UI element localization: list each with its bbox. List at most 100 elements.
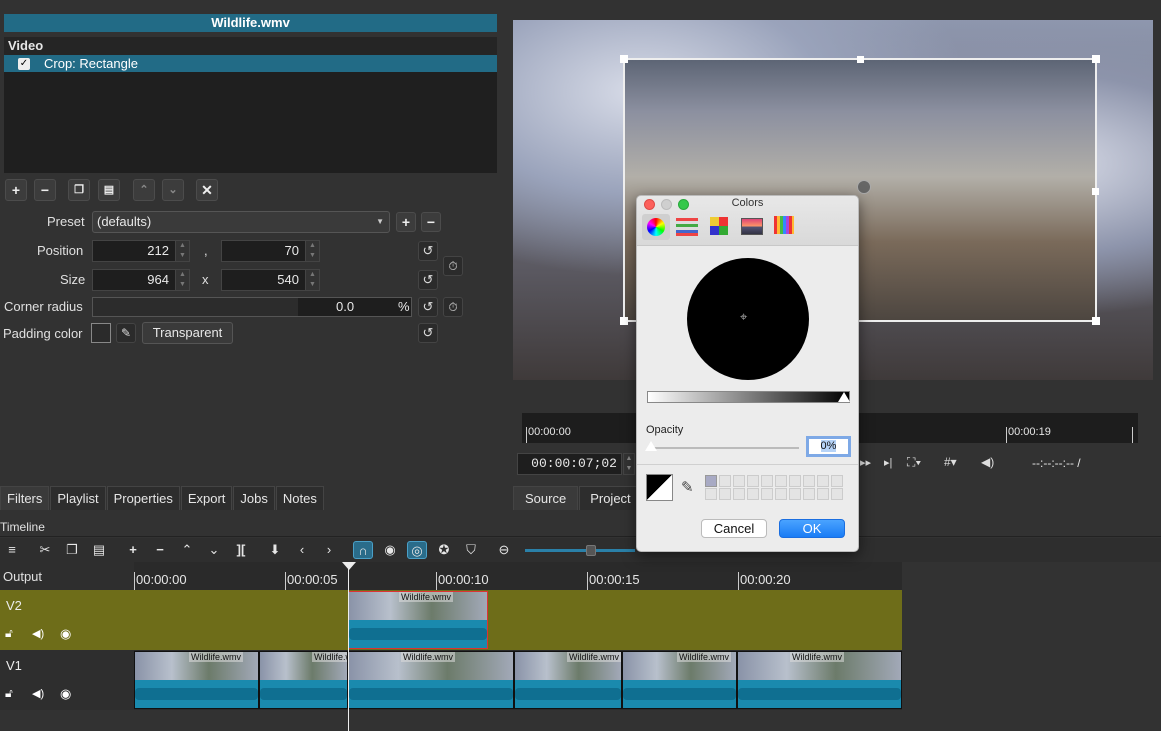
eye-icon[interactable]: ◉	[60, 686, 71, 702]
track-header-v2[interactable]: V2 🔓︎ ◀) ◉	[0, 590, 134, 650]
track-header-v1[interactable]: V1 🔓︎ ◀) ◉	[0, 650, 134, 710]
filter-item-crop[interactable]: ✓ Crop: Rectangle	[4, 55, 497, 72]
split-icon[interactable]: ][	[231, 541, 251, 559]
eye-icon[interactable]: ◉	[60, 626, 71, 642]
clip-v1-wildlife[interactable]: Wildlife.wmv	[134, 651, 259, 709]
opacity-slider-thumb[interactable]	[645, 441, 657, 451]
lift-icon[interactable]: ⌃	[177, 541, 197, 559]
previous-marker-icon[interactable]: ‹	[292, 541, 312, 559]
move-up-button[interactable]: ⌃	[133, 179, 155, 201]
crop-center-handle[interactable]	[857, 180, 871, 194]
pencils-tab-icon[interactable]	[774, 216, 794, 234]
corner-stopwatch-icon[interactable]: ⏱	[443, 297, 463, 317]
padding-color-swatch[interactable]	[91, 323, 111, 343]
lock-icon[interactable]: 🔓︎	[5, 626, 13, 641]
size-width-field[interactable]: 964 ▲ ▼	[92, 269, 190, 291]
save-preset-button[interactable]: +	[396, 212, 416, 232]
position-y-field[interactable]: 70 ▲ ▼	[221, 240, 320, 262]
clip-v2-wildlife[interactable]: Wildlife.wmv	[348, 591, 488, 649]
next-marker-icon[interactable]: ›	[319, 541, 339, 559]
mute-icon[interactable]: ◀)	[32, 687, 44, 700]
reset-padding-button[interactable]: ↺	[418, 323, 438, 343]
add-filter-button[interactable]: +	[5, 179, 27, 201]
crop-handle[interactable]	[1092, 188, 1099, 195]
swatch[interactable]	[719, 475, 731, 487]
remove-filter-button[interactable]: −	[34, 179, 56, 201]
swatch[interactable]	[733, 488, 745, 500]
color-wheel-tab[interactable]	[642, 214, 670, 240]
position-x-spinner[interactable]: ▲ ▼	[175, 241, 189, 261]
zoom-fit-icon[interactable]: ⛶▾	[907, 455, 921, 470]
swatch[interactable]	[719, 488, 731, 500]
eyedropper-icon[interactable]: ✎	[681, 478, 694, 496]
volume-icon[interactable]: ◀)	[981, 455, 994, 469]
image-palettes-tab-icon[interactable]	[741, 218, 763, 235]
corner-radius-slider[interactable]: 0.0 %	[92, 297, 412, 317]
playhead[interactable]	[348, 562, 349, 731]
tab-project[interactable]: Project	[579, 486, 642, 510]
size-height-field[interactable]: 540 ▲ ▼	[221, 269, 320, 291]
zoom-slider-handle[interactable]	[586, 545, 596, 556]
current-color-swatch[interactable]	[646, 474, 673, 501]
swatch[interactable]	[789, 488, 801, 500]
tab-jobs[interactable]: Jobs	[233, 486, 275, 510]
brightness-slider-thumb[interactable]	[838, 392, 850, 402]
crop-handle[interactable]	[620, 55, 628, 63]
move-down-button[interactable]: ⌄	[162, 179, 184, 201]
opacity-slider[interactable]	[651, 447, 799, 449]
copy-icon[interactable]: ❐	[62, 541, 82, 559]
zoom-out-icon[interactable]: ⊖	[494, 541, 514, 559]
swatch[interactable]	[803, 475, 815, 487]
overwrite-icon[interactable]: ⌄	[204, 541, 224, 559]
copy-filter-button[interactable]: ❐	[68, 179, 90, 201]
swatch[interactable]	[761, 488, 773, 500]
timecode-field[interactable]: 00:00:07;02	[517, 453, 622, 475]
saved-swatches-grid[interactable]	[705, 475, 843, 501]
color-palettes-tab-icon[interactable]	[710, 217, 728, 235]
preset-select[interactable]: (defaults) ▼	[92, 211, 390, 233]
swatch[interactable]	[803, 488, 815, 500]
reset-position-button[interactable]: ↺	[418, 241, 438, 261]
ripple-markers-icon[interactable]: ⛉	[461, 541, 481, 559]
clip-v1-wildlife[interactable]: Wildlife.wmv	[348, 651, 514, 709]
ripple-delete-icon[interactable]: −	[150, 541, 170, 559]
snap-icon[interactable]: ∩	[353, 541, 373, 559]
scrub-icon[interactable]: ◉	[380, 541, 400, 559]
timeline-menu-icon[interactable]: ≡	[2, 541, 22, 559]
swatch[interactable]	[747, 475, 759, 487]
play-forward-icon[interactable]: ▸▸	[860, 456, 871, 469]
swatch[interactable]	[775, 475, 787, 487]
ripple-icon[interactable]: ◎	[407, 541, 427, 559]
marker-icon[interactable]: ⬇	[265, 541, 285, 559]
grid-icon[interactable]: #▾	[944, 455, 957, 469]
reset-corner-button[interactable]: ↺	[418, 297, 438, 317]
crop-handle[interactable]	[620, 317, 628, 325]
eyedropper-icon[interactable]: ✎	[116, 323, 136, 343]
tab-playlist[interactable]: Playlist	[50, 486, 106, 510]
clip-v1-wildlife[interactable]: Wildlife.wmv	[514, 651, 622, 709]
swatch[interactable]	[705, 475, 717, 487]
timeline-ruler[interactable]: 00:00:00 00:00:05 00:00:10 00:00:15 00:0…	[134, 562, 902, 590]
position-y-spinner[interactable]: ▲ ▼	[305, 241, 319, 261]
swatch[interactable]	[817, 488, 829, 500]
filter-checkbox[interactable]: ✓	[18, 57, 30, 70]
cut-icon[interactable]: ✂	[35, 541, 55, 559]
mute-icon[interactable]: ◀)	[32, 627, 44, 640]
swatch[interactable]	[831, 475, 843, 487]
opacity-input[interactable]: 0%	[806, 436, 851, 457]
append-icon[interactable]: +	[123, 541, 143, 559]
transparent-button[interactable]: Transparent	[142, 322, 233, 344]
track-v2[interactable]	[134, 590, 902, 650]
swatch[interactable]	[733, 475, 745, 487]
timecode-spinner[interactable]: ▲ ▼	[623, 453, 635, 475]
clip-v1-wildlife[interactable]: Wildlife.wmv	[622, 651, 737, 709]
tab-export[interactable]: Export	[180, 486, 233, 510]
keyframe-stopwatch-icon[interactable]: ⏱	[443, 256, 463, 276]
size-height-spinner[interactable]: ▲ ▼	[305, 270, 319, 290]
tab-source[interactable]: Source	[513, 486, 579, 510]
zoom-slider[interactable]	[525, 545, 635, 556]
clip-v1-wildlife[interactable]: Wildlife.wmv	[259, 651, 348, 709]
tab-properties[interactable]: Properties	[106, 486, 180, 510]
size-width-spinner[interactable]: ▲ ▼	[175, 270, 189, 290]
swatch[interactable]	[775, 488, 787, 500]
